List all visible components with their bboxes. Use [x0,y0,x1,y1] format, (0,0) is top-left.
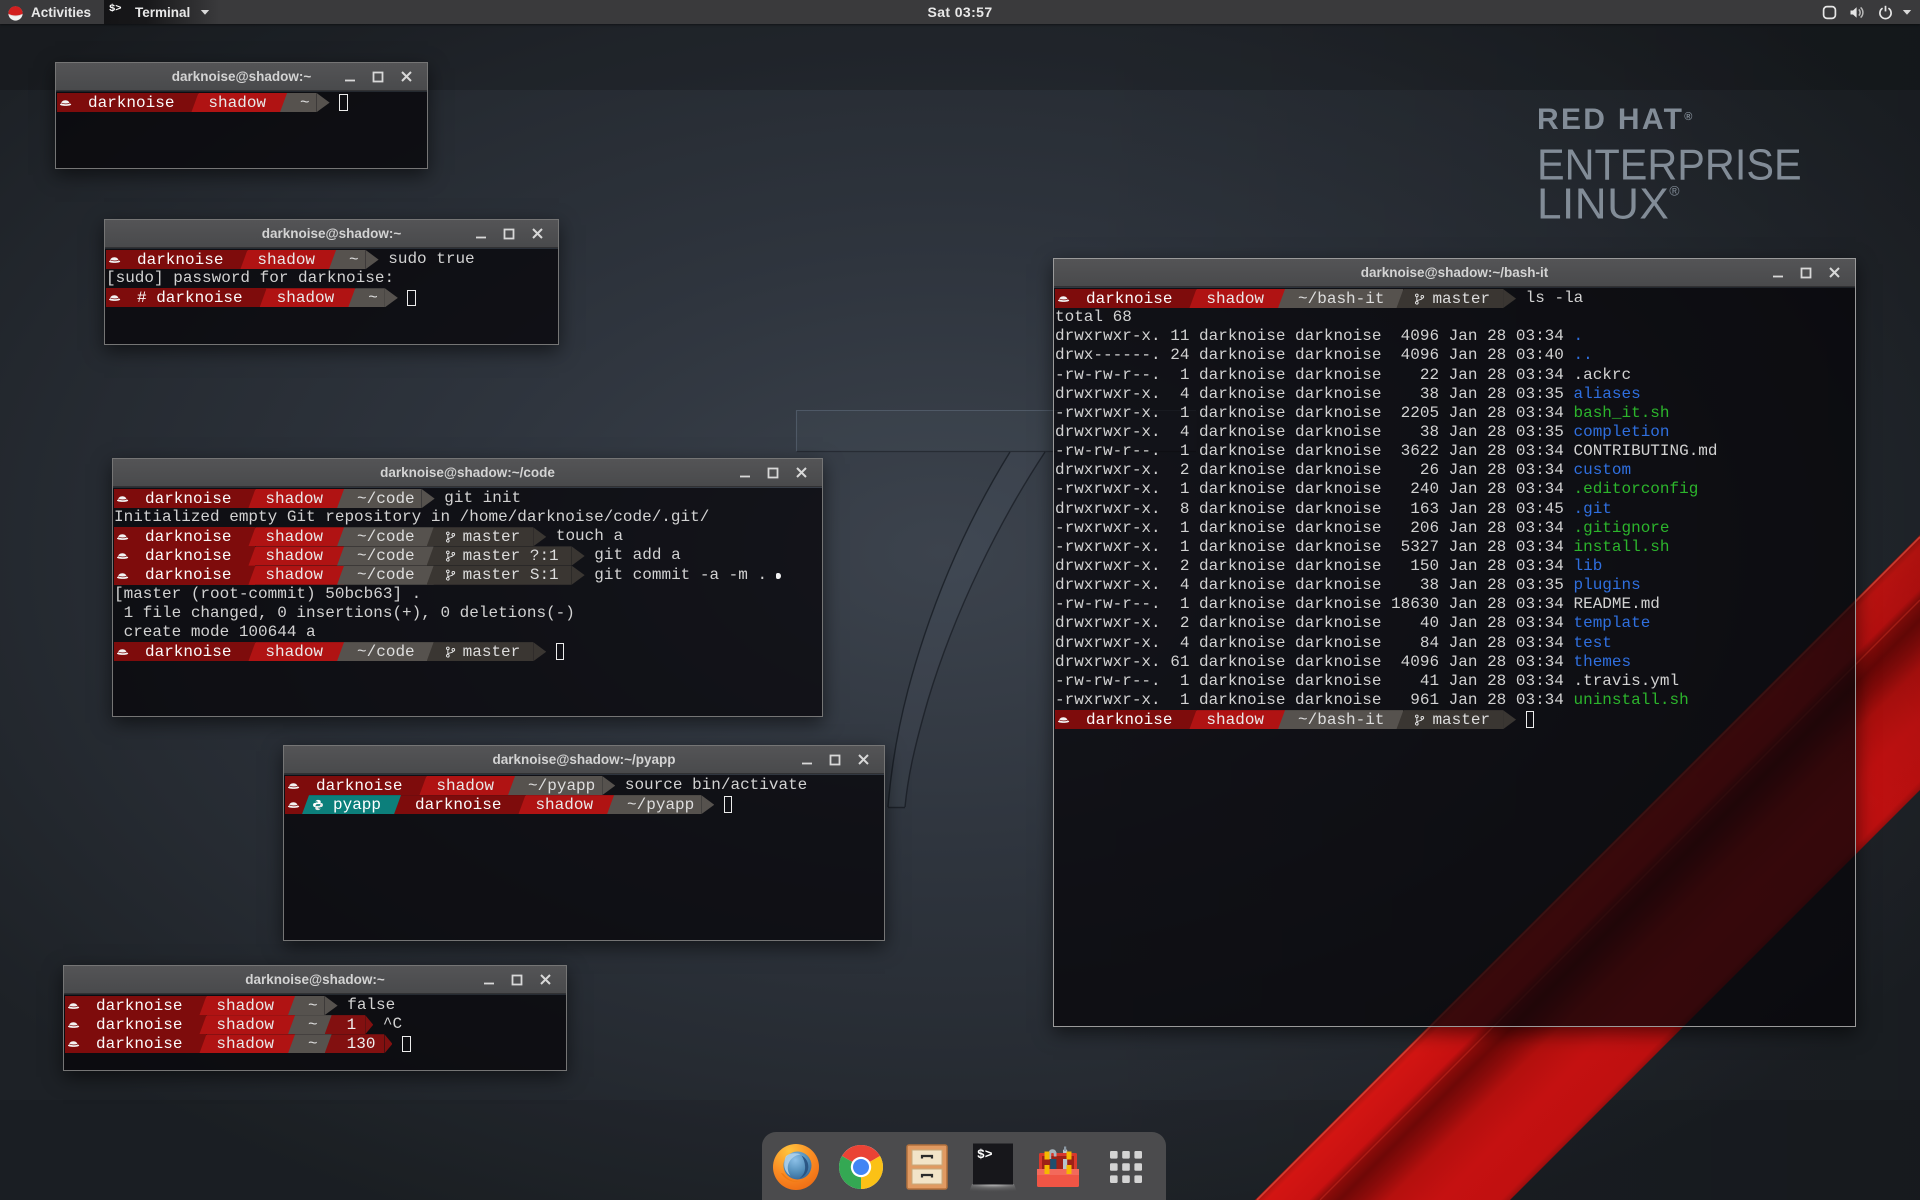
svg-text:$>: $> [977,1147,993,1162]
